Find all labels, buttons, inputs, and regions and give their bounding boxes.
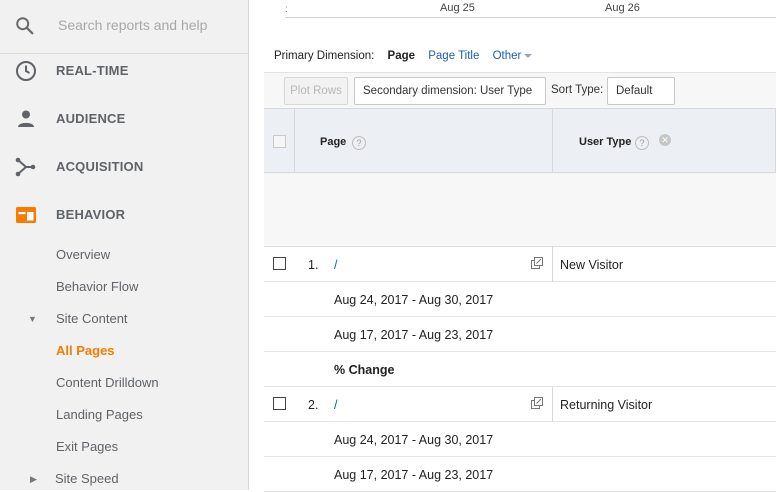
sidebar: Search reports and help REAL-TIME AUDIEN… <box>0 0 249 490</box>
nav-realtime[interactable]: REAL-TIME <box>0 47 248 95</box>
expanded-triangle-icon: ▼ <box>28 314 37 324</box>
column-header-page[interactable]: Page <box>320 136 346 148</box>
primary-dimension-row: Primary Dimension: Page Page Title Other <box>274 50 542 62</box>
nav-site-content[interactable]: Site Content <box>56 311 128 326</box>
comparison-row: Aug 17, 2017 - Aug 23, 2017 <box>264 457 776 492</box>
chevron-down-icon <box>524 53 533 58</box>
user-type-cell: New Visitor <box>560 258 623 272</box>
clock-icon <box>16 61 36 81</box>
comparison-row: % Change <box>264 352 776 387</box>
column-header-user-type[interactable]: User Type <box>579 136 631 148</box>
page-link[interactable]: / <box>334 398 337 412</box>
chart-axis-dots: : <box>285 4 288 15</box>
dimension-page[interactable]: Page <box>388 50 416 62</box>
nav-label: ACQUISITION <box>56 159 144 174</box>
help-icon[interactable]: ? <box>635 136 649 150</box>
external-link-icon[interactable] <box>531 397 543 409</box>
nav-site-speed[interactable]: Site Speed <box>55 471 119 486</box>
row-number: 2. <box>308 398 319 412</box>
percent-change-label: % Change <box>334 363 395 377</box>
date-range-current: Aug 24, 2017 - Aug 30, 2017 <box>334 293 494 307</box>
person-icon <box>18 110 34 127</box>
search-icon <box>16 17 34 35</box>
sort-type-label: Sort Type: <box>551 84 604 96</box>
behavior-icon <box>16 207 36 223</box>
page-link[interactable]: / <box>334 258 337 272</box>
primary-dimension-label: Primary Dimension: <box>274 50 375 62</box>
comparison-row: Aug 17, 2017 - Aug 23, 2017 <box>264 317 776 352</box>
nav-label: BEHAVIOR <box>56 207 126 222</box>
table-toolbar: Plot Rows Secondary dimension: User Type… <box>264 72 776 120</box>
nav-behavior[interactable]: BEHAVIOR <box>0 191 248 239</box>
nav-overview[interactable]: Overview <box>56 247 110 262</box>
chart-axis-strip: : Aug 25 Aug 26 <box>249 0 776 34</box>
plot-rows-button[interactable]: Plot Rows <box>284 77 348 105</box>
select-all-checkbox[interactable] <box>273 135 286 148</box>
nav-acquisition[interactable]: ACQUISITION <box>0 143 248 191</box>
dimension-other-label: Other <box>492 50 522 62</box>
comparison-row: Aug 24, 2017 - Aug 30, 2017 <box>264 422 776 457</box>
acquisition-icon <box>15 157 36 177</box>
column-divider <box>552 387 553 422</box>
collapsed-triangle-icon: ▶ <box>30 474 37 484</box>
dimension-page-title[interactable]: Page Title <box>428 50 479 62</box>
nav-landing-pages[interactable]: Landing Pages <box>56 407 143 422</box>
row-number: 1. <box>308 258 319 272</box>
sort-type-value: Default <box>616 85 653 97</box>
dimension-other[interactable]: Other <box>493 50 533 62</box>
help-icon[interactable]: ? <box>352 136 366 150</box>
user-type-cell: Returning Visitor <box>560 398 653 412</box>
main-content: : Aug 25 Aug 26 Primary Dimension: Page … <box>249 0 776 492</box>
nav-all-pages[interactable]: All Pages <box>56 343 115 358</box>
row-checkbox[interactable] <box>273 397 286 410</box>
secondary-dimension-dropdown[interactable]: Secondary dimension: User Type <box>354 77 546 120</box>
nav-content-drilldown[interactable]: Content Drilldown <box>56 375 159 390</box>
column-divider <box>552 247 553 282</box>
chart-x-tick: Aug 25 <box>440 2 475 14</box>
secondary-dimension-label: Secondary dimension: User Type <box>363 85 533 97</box>
row-checkbox[interactable] <box>273 257 286 270</box>
remove-dimension-icon[interactable]: ✕ <box>659 134 671 146</box>
nav-exit-pages[interactable]: Exit Pages <box>56 439 118 454</box>
table-header: Page ? User Type ? ✕ <box>264 108 776 173</box>
column-divider <box>294 109 295 172</box>
summary-row <box>264 173 776 247</box>
table-row: 2. / Returning Visitor <box>264 387 776 422</box>
sort-type-dropdown[interactable]: Default <box>607 77 675 120</box>
nav-audience[interactable]: AUDIENCE <box>0 95 248 143</box>
date-range-current: Aug 24, 2017 - Aug 30, 2017 <box>334 433 494 447</box>
column-divider <box>552 109 553 172</box>
table-row: 1. / New Visitor <box>264 247 776 282</box>
search-bar[interactable]: Search reports and help <box>0 0 248 54</box>
search-input[interactable]: Search reports and help <box>58 17 207 33</box>
nav-behavior-flow[interactable]: Behavior Flow <box>56 279 138 294</box>
nav-label: AUDIENCE <box>56 111 126 126</box>
chart-baseline <box>285 17 776 18</box>
date-range-previous: Aug 17, 2017 - Aug 23, 2017 <box>334 328 494 342</box>
nav-label: REAL-TIME <box>56 63 129 78</box>
external-link-icon[interactable] <box>531 257 543 269</box>
chart-x-tick: Aug 26 <box>605 2 640 14</box>
date-range-previous: Aug 17, 2017 - Aug 23, 2017 <box>334 468 494 482</box>
comparison-row: Aug 24, 2017 - Aug 30, 2017 <box>264 282 776 317</box>
